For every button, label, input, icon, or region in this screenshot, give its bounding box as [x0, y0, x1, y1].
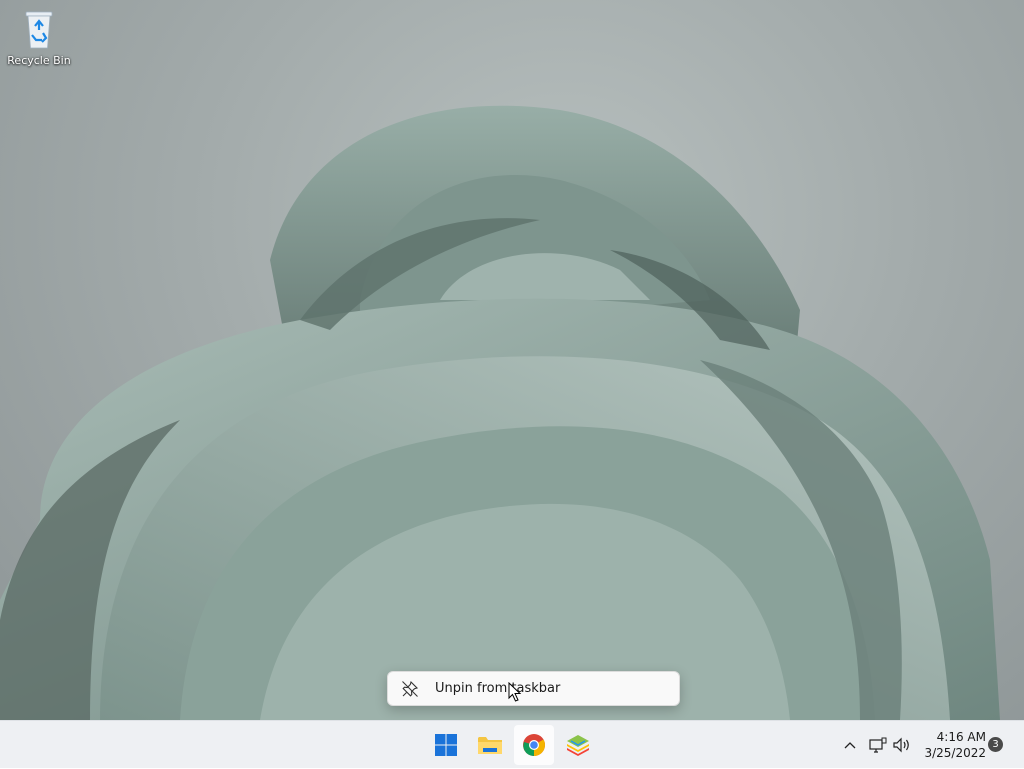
- folder-icon: [478, 737, 502, 754]
- taskbar-app-chrome[interactable]: [514, 725, 554, 765]
- taskbar-app-bluestacks[interactable]: [558, 725, 598, 765]
- windows-start-icon: [435, 734, 457, 756]
- menu-item-unpin-from-taskbar[interactable]: Unpin from taskbar: [392, 675, 675, 702]
- clock-date: 3/25/2022: [924, 746, 986, 760]
- desktop-icon-recycle-bin[interactable]: Recycle Bin: [6, 6, 72, 78]
- recycle-bin-icon: [25, 11, 53, 49]
- taskbar-app-file-explorer[interactable]: [470, 725, 510, 765]
- clock-time: 4:16 AM: [936, 730, 986, 744]
- network-button[interactable]: [866, 721, 890, 769]
- menu-item-label: Unpin from taskbar: [435, 681, 561, 696]
- chrome-icon: [523, 734, 545, 756]
- network-icon: [869, 737, 887, 753]
- desktop-icon-label: Recycle Bin: [7, 54, 71, 67]
- wallpaper-bloom: [0, 105, 1000, 720]
- start-button[interactable]: [426, 725, 466, 765]
- chevron-up-icon: [844, 742, 856, 749]
- bluestacks-icon: [567, 735, 589, 756]
- clock[interactable]: 4:16 AM 3/25/2022: [920, 729, 986, 761]
- desktop: Recycle Bin Unpin from taskbar: [0, 0, 1024, 720]
- volume-button[interactable]: [890, 721, 914, 769]
- taskbar: 4:16 AM 3/25/2022: [0, 720, 1024, 768]
- unpin-icon: [401, 680, 423, 698]
- show-hidden-icons-button[interactable]: [838, 721, 862, 769]
- mouse-cursor-icon: [508, 682, 522, 702]
- speaker-icon: [893, 737, 909, 753]
- taskbar-context-menu: Unpin from taskbar: [387, 671, 680, 706]
- notification-badge[interactable]: 3: [988, 737, 1003, 752]
